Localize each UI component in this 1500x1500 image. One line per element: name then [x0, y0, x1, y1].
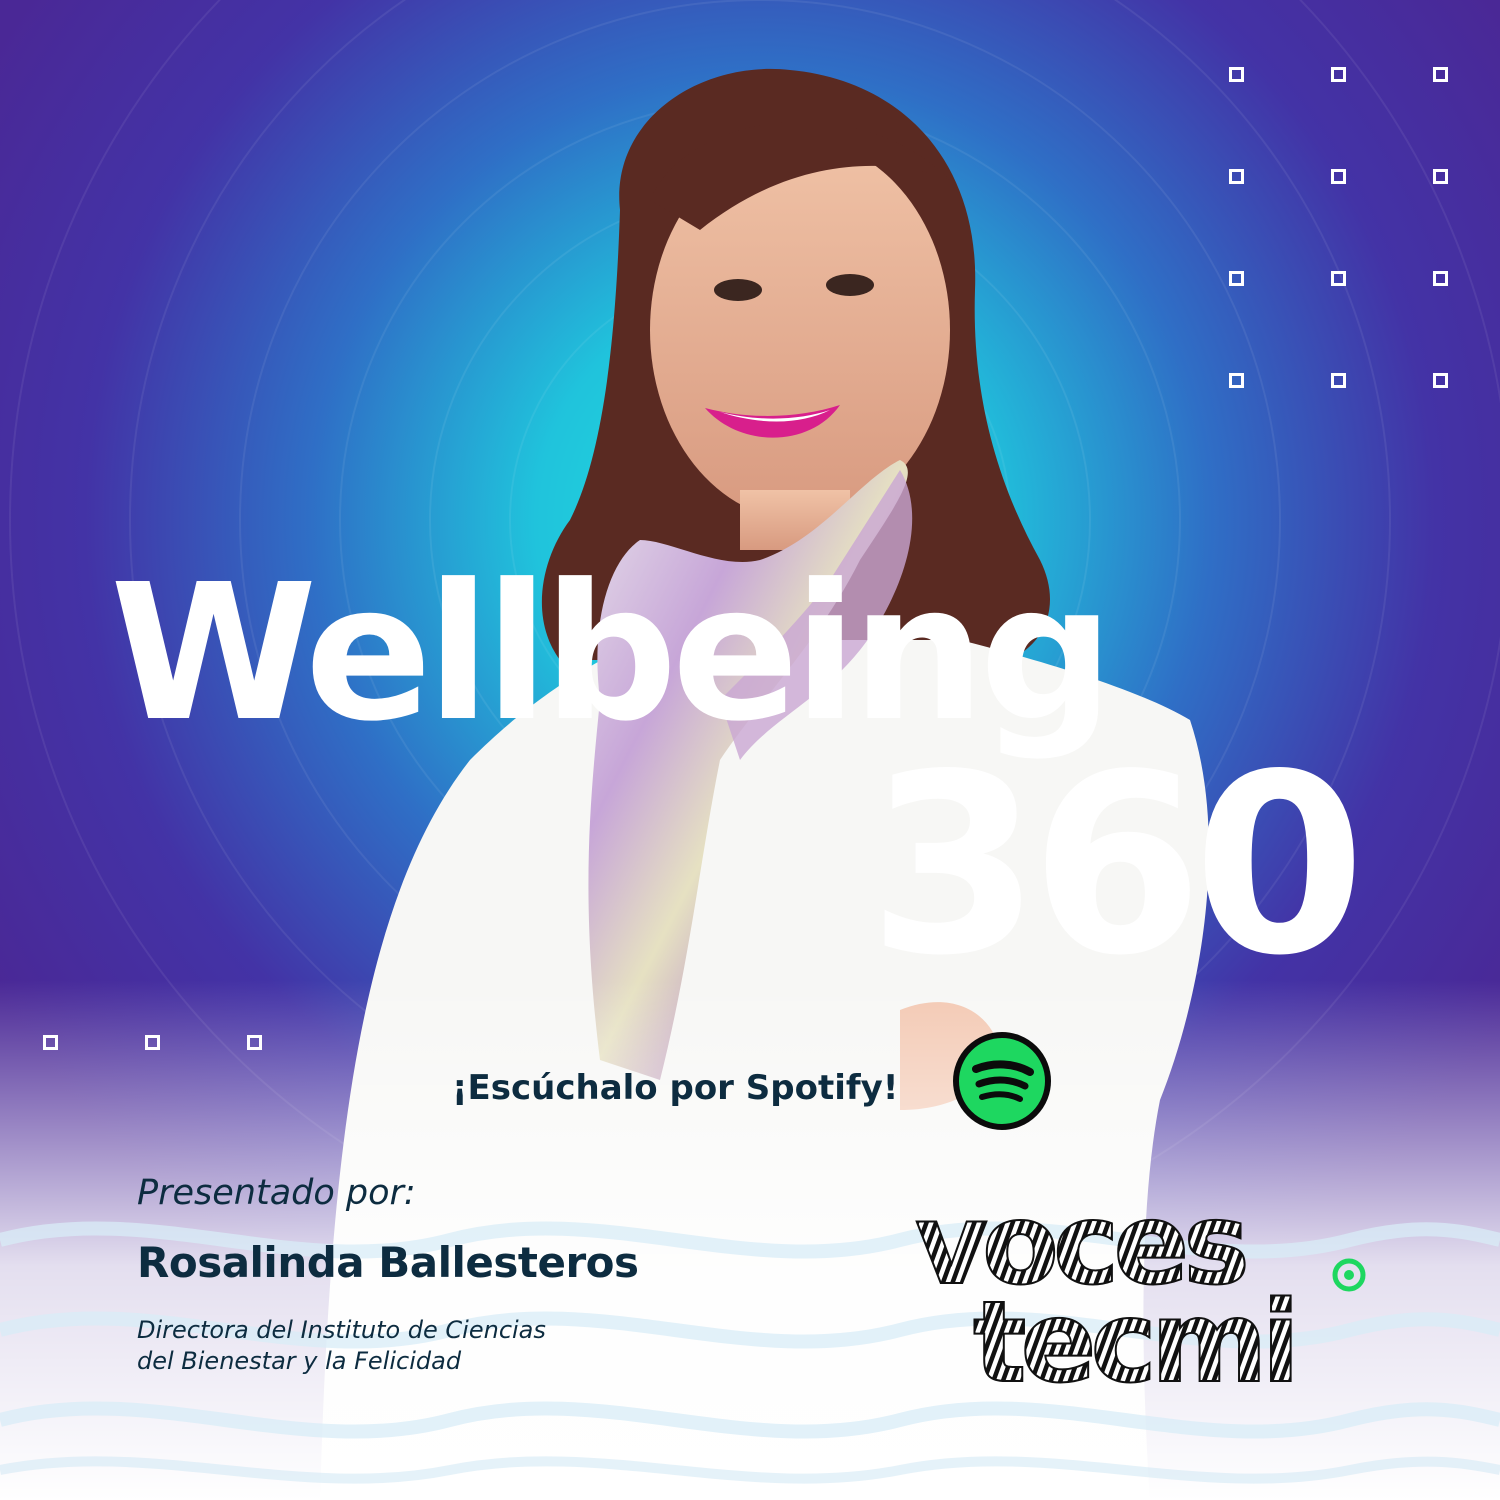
logo-dot-icon	[1332, 1258, 1366, 1292]
host-role-line: del Bienestar y la Felicidad	[137, 1347, 462, 1375]
decorative-square	[1433, 67, 1448, 82]
decorative-square	[1229, 271, 1244, 286]
podcast-title: Wellbeing	[110, 544, 1114, 763]
decorative-square	[1433, 271, 1448, 286]
decorative-square	[145, 1035, 160, 1050]
spotify-icon[interactable]	[952, 1031, 1052, 1131]
podcast-poster: Wellbeing 360 ¡Escúchalo por Spotify! Pr…	[0, 0, 1500, 1500]
decorative-square	[1331, 373, 1346, 388]
decorative-square	[247, 1035, 262, 1050]
decorative-square	[1433, 373, 1448, 388]
decorative-square	[1331, 67, 1346, 82]
host-name: Rosalinda Ballesteros	[137, 1238, 639, 1287]
decorative-square	[1229, 67, 1244, 82]
presented-by-label: Presentado por:	[137, 1173, 416, 1213]
decorative-square	[1331, 271, 1346, 286]
decorative-square	[1229, 373, 1244, 388]
decorative-square	[1229, 169, 1244, 184]
host-role-line: Directora del Instituto de Ciencias	[137, 1316, 546, 1344]
voces-tecmi-logo: voces tecmi	[915, 1195, 1375, 1390]
spotify-cta-text: ¡Escúchalo por Spotify!	[452, 1068, 899, 1108]
decorative-square	[43, 1035, 58, 1050]
logo-word-tecmi: tecmi	[973, 1278, 1294, 1390]
decorative-square	[1331, 169, 1346, 184]
decorative-square	[1433, 169, 1448, 184]
podcast-title-number: 360	[868, 722, 1366, 1010]
